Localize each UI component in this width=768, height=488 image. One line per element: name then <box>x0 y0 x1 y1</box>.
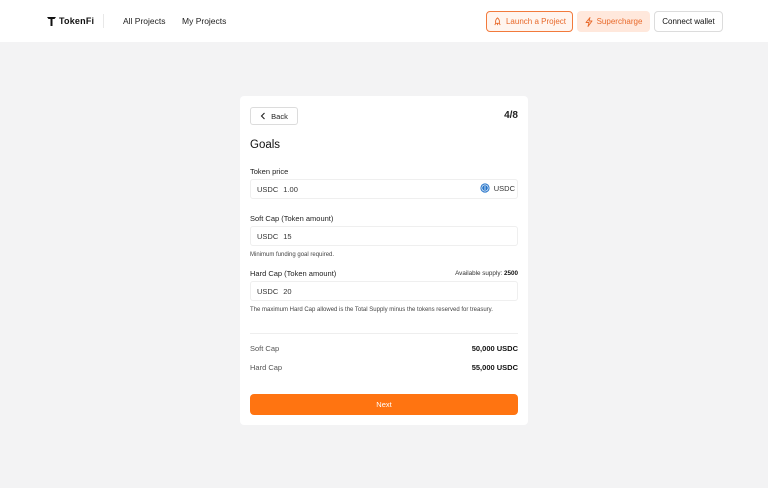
logo-text: TokenFi <box>59 16 95 26</box>
token-price-input[interactable]: USDC 1.00 USDC <box>250 179 518 199</box>
currency-selector[interactable]: USDC <box>480 183 515 193</box>
nav-my-projects[interactable]: My Projects <box>182 16 226 26</box>
usdc-icon <box>480 183 490 193</box>
divider <box>250 333 518 334</box>
page-title: Goals <box>250 139 281 151</box>
available-supply-value: 2500 <box>503 270 518 277</box>
soft-cap-help: Minimum funding goal required. <box>250 252 335 258</box>
back-label: Back <box>271 111 288 121</box>
soft-cap-label: Soft Cap (Token amount) <box>250 214 334 223</box>
rocket-icon <box>494 17 501 26</box>
hard-cap-help: The maximum Hard Cap allowed is the Tota… <box>250 307 493 313</box>
connect-wallet-label: Connect wallet <box>662 17 715 26</box>
hard-cap-label: Hard Cap (Token amount) <box>250 269 337 278</box>
chevron-left-icon <box>260 112 266 120</box>
connect-wallet-button[interactable]: Connect wallet <box>654 11 723 32</box>
lightning-icon <box>585 16 593 27</box>
soft-cap-prefix: USDC <box>257 231 279 241</box>
next-label: Next <box>376 400 392 409</box>
available-supply-label: Available supply: <box>455 270 503 277</box>
soft-cap-input[interactable]: USDC 15 <box>250 226 518 246</box>
goals-card: Back 4/8 Goals Token price USDC 1.00 USD… <box>240 96 528 425</box>
supercharge-label: Supercharge <box>596 17 643 26</box>
top-navbar: TokenFi All Projects My Projects Launch … <box>0 0 768 42</box>
hard-cap-input[interactable]: USDC 20 <box>250 281 518 301</box>
soft-cap-value: 15 <box>283 231 292 241</box>
launch-project-label: Launch a Project <box>505 17 567 26</box>
summary-hard-cap-label: Hard Cap <box>250 363 283 372</box>
summary-soft-cap-value: 50,000 USDC <box>471 344 518 353</box>
launch-project-button[interactable]: Launch a Project <box>486 11 573 32</box>
hard-cap-prefix: USDC <box>257 286 279 296</box>
nav-divider <box>103 14 104 28</box>
step-indicator: 4/8 <box>504 110 518 121</box>
summary-soft-cap-label: Soft Cap <box>250 344 280 353</box>
tokenfi-logo[interactable]: TokenFi <box>46 15 94 27</box>
tokenfi-logo-icon <box>47 16 56 26</box>
nav-all-projects[interactable]: All Projects <box>123 16 166 26</box>
hard-cap-value: 20 <box>283 286 292 296</box>
summary-hard-cap-value: 55,000 USDC <box>471 363 518 372</box>
available-supply: Available supply: 2500 <box>455 270 518 277</box>
token-price-prefix: USDC <box>257 184 279 194</box>
back-button[interactable]: Back <box>250 107 298 125</box>
next-button[interactable]: Next <box>250 394 518 415</box>
currency-label: USDC <box>493 183 515 193</box>
token-price-value: 1.00 <box>283 184 298 194</box>
supercharge-button[interactable]: Supercharge <box>577 11 650 32</box>
token-price-label: Token price <box>250 167 289 176</box>
